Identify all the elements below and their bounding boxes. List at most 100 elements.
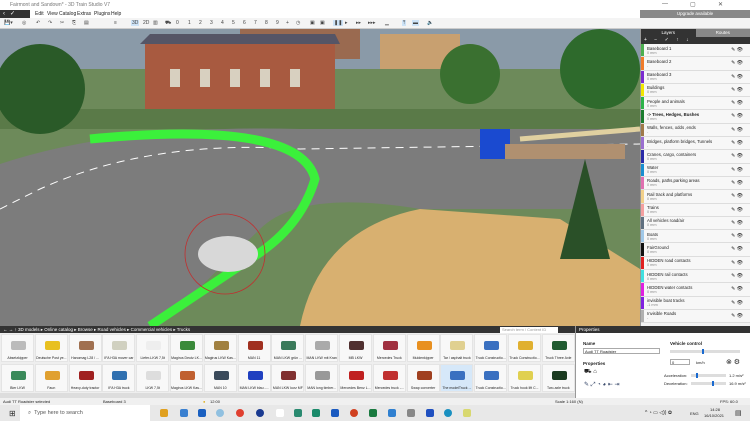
catalog-item[interactable]: Hanomag L28 / ... [68, 334, 102, 362]
panel2-icon[interactable]: ▣ [320, 20, 325, 26]
catalog-item[interactable]: Muldenkipper [406, 334, 440, 362]
undo-icon[interactable]: ↶ [36, 20, 40, 26]
view-3d-button[interactable]: 3D [131, 20, 140, 26]
catalog-item[interactable]: MAN LKW mit Kran [305, 334, 339, 362]
layer-item[interactable]: Boats 0 mm ✎ 👁 [641, 230, 750, 244]
app-icon[interactable] [256, 409, 264, 417]
train-icon[interactable]: ⛟ [165, 20, 171, 27]
edit-visibility-icons[interactable]: ✎ 👁 [731, 286, 743, 292]
catalog-item[interactable]: IFA H3A mover car [102, 334, 136, 362]
app-icon[interactable] [388, 409, 396, 417]
camera-slot-8[interactable]: 8 [265, 20, 268, 26]
edit-visibility-icons[interactable]: ✎ 👁 [731, 260, 743, 266]
layer-tools[interactable]: + − ✓ ↑ ↓ [641, 37, 750, 44]
layer-item[interactable]: HIDDEN rail contacts 0 mm ✎ 👁 [641, 270, 750, 284]
catalog-item[interactable]: Faun [34, 364, 68, 392]
camera-icon[interactable] [407, 409, 415, 417]
menu-view[interactable]: View [47, 11, 58, 17]
stop-icon[interactable]: ⊗ ⚙ [726, 358, 740, 366]
catalog-item[interactable]: MAN long timber... [305, 364, 339, 392]
layer-item[interactable]: Baseboard 3 0 mm ✎ 👁 [641, 70, 750, 84]
camera-slot-3[interactable]: 3 [210, 20, 213, 26]
layer-item[interactable]: Trains 0 mm ✎ 👁 [641, 203, 750, 217]
catalog-item[interactable]: MAN 11 [237, 334, 271, 362]
excel-icon[interactable] [369, 409, 377, 417]
camera-slot-9[interactable]: 9 [276, 20, 279, 26]
3d-train-studio-icon[interactable] [463, 409, 471, 417]
catalog-item[interactable]: Truck Constructio... [508, 334, 541, 362]
catalog-item[interactable]: Swap converter [406, 364, 440, 392]
breadcrumb[interactable]: ← → ↑ 3D models ▸ Online catalog ▸ Brows… [0, 326, 575, 333]
language-indicator[interactable]: ENG [690, 411, 699, 416]
taskbar-search[interactable]: ⌕ Type here to search [20, 405, 150, 421]
notification-icon[interactable]: ▤ [735, 409, 742, 417]
catalog-item[interactable]: Mercedes truck -... [372, 364, 406, 392]
edit-visibility-icons[interactable]: ✎ 👁 [731, 60, 743, 66]
edit-visibility-icons[interactable]: ✎ 👁 [731, 220, 743, 226]
file-explorer-icon[interactable] [160, 409, 168, 417]
edit-visibility-icons[interactable]: ✎ 👁 [731, 273, 743, 279]
edit-visibility-icons[interactable]: ✎ 👁 [731, 127, 743, 133]
edit-visibility-icons[interactable]: ✎ 👁 [731, 140, 743, 146]
copy-icon[interactable]: ⎘ [72, 20, 76, 26]
catalog-item[interactable]: MAN LKW grün ... [271, 334, 305, 362]
catalog-item[interactable]: Deutsche Post ye... [34, 334, 68, 362]
camera-slot-4[interactable]: 4 [221, 20, 224, 26]
grid-icon[interactable]: ▥ [153, 20, 158, 26]
layer-item[interactable]: Walls, fences, odds ,ends - ✎ 👁 [641, 123, 750, 138]
camera-slot-2[interactable]: 2 [199, 20, 202, 26]
catalog-item[interactable]: Two-axle truck [541, 364, 575, 392]
menu-extras[interactable]: Extras [77, 11, 91, 17]
edit-visibility-icons[interactable]: ✎ 👁 [731, 47, 743, 53]
layer-item[interactable]: FairGround 0 mm ✎ 👁 [641, 243, 750, 257]
edit-visibility-icons[interactable]: ✎ 👁 [731, 207, 743, 213]
catalog-item[interactable]: MAN LKW blau -... [237, 364, 271, 392]
edit-visibility-icons[interactable]: ✎ 👁 [731, 100, 743, 106]
catalog-item[interactable]: The modelTruck ... [440, 364, 474, 392]
tab-layers[interactable]: Layers [641, 29, 696, 37]
play-icon[interactable]: ▸ [345, 20, 348, 26]
word-icon[interactable] [331, 409, 339, 417]
close-button[interactable]: ✕ [718, 1, 723, 8]
edit-visibility-icons[interactable]: ✎ 👁 [731, 300, 743, 306]
catalog-item[interactable]: Magirus LKW Kas... [170, 364, 203, 392]
fast-forward-icon[interactable]: ▸▸ [356, 20, 361, 26]
fastest-icon[interactable]: ▸▸▸ [368, 20, 376, 26]
catalog-item[interactable]: Magirus Deutz LK... [170, 334, 203, 362]
menu-edit[interactable]: Edit [35, 11, 44, 17]
catalog-item[interactable]: Truck Constructio... [474, 364, 508, 392]
name-input[interactable]: Audi TT Roadster [583, 348, 660, 354]
panel-icon[interactable]: ▣ [310, 20, 315, 26]
tray-icons[interactable]: ^ ◔ ▭ ◁)) ✿ [645, 410, 672, 416]
layer-item[interactable]: Baseboard 1 0 mm ✎ 👁 [641, 44, 750, 58]
catalog-item[interactable]: Liefer-LKW 7,5t [136, 334, 170, 362]
edit-visibility-icons[interactable]: ✎ 👁 [731, 233, 743, 239]
camera-slot-6[interactable]: 6 [243, 20, 246, 26]
layer-item[interactable]: invisible boat tracks -1 mm ✎ 👁 [641, 296, 750, 310]
edit-visibility-icons[interactable]: ✎ 👁 [731, 246, 743, 252]
catalog-item[interactable]: Mercedes Truck [372, 334, 406, 362]
camera-slot-1[interactable]: 1 [188, 20, 191, 26]
tab-routes[interactable]: Routes [695, 29, 750, 37]
app-icon[interactable] [216, 409, 224, 417]
speed-slider[interactable] [670, 349, 740, 354]
menu-plugins[interactable]: Plugins [94, 11, 110, 17]
camera-slot-7[interactable]: 7 [254, 20, 257, 26]
redo-icon[interactable]: ↷ [48, 20, 52, 26]
edit-visibility-icons[interactable]: ✎ 👁 [731, 113, 743, 119]
catalog-item[interactable]: MAN 10 [203, 364, 237, 392]
outlook-icon[interactable] [198, 409, 206, 417]
ground-icon[interactable]: ▁ [385, 20, 389, 26]
vehicle-home-icons[interactable]: ⛟ ⌂ [584, 368, 597, 376]
catalog-item[interactable]: Magirus LKW Kas... [203, 334, 237, 362]
menu-help[interactable]: Help [111, 11, 121, 17]
catalog-item[interactable]: Truck Three Axle [541, 334, 575, 362]
edit-visibility-icons[interactable]: ✎ 👁 [731, 74, 743, 80]
layer-item[interactable]: Rail track and platforms 0 mm ✎ 👁 [641, 190, 750, 204]
clock-icon[interactable]: ◷ [296, 20, 300, 26]
layer-item[interactable]: People and animals 0 mm ✎ 👁 [641, 97, 750, 111]
catalog-item[interactable]: Bier LKW [1, 364, 34, 392]
3d-viewport[interactable] [0, 29, 640, 326]
layer-item[interactable]: Baseboard 2 - ✎ 👁 [641, 57, 750, 71]
edit-visibility-icons[interactable]: ✎ 👁 [731, 167, 743, 173]
